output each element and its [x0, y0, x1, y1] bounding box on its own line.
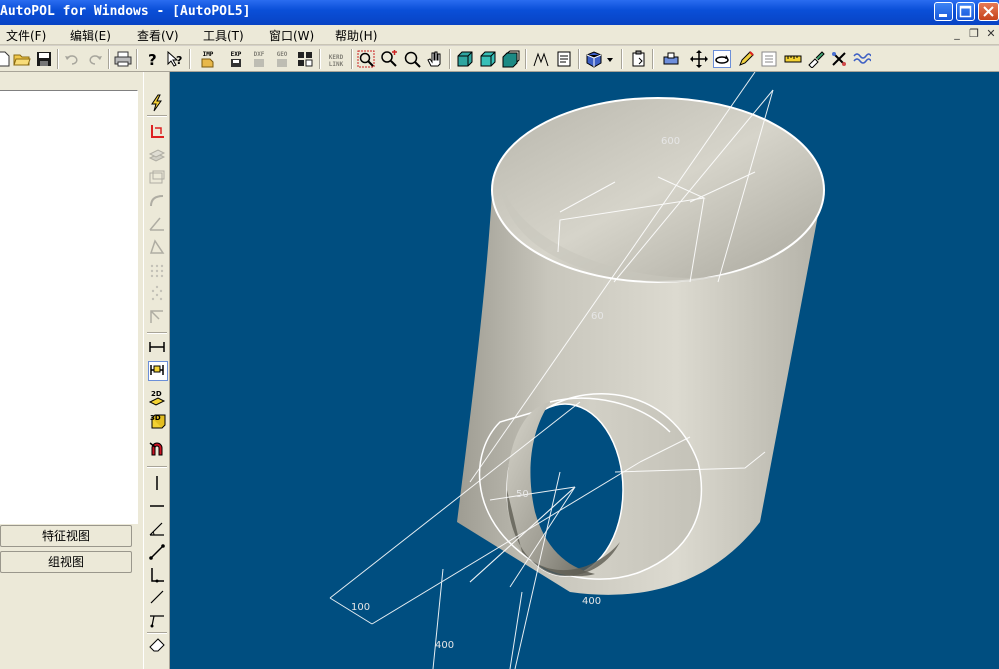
- cube-iso-icon[interactable]: [502, 50, 520, 68]
- lightning-icon[interactable]: [148, 94, 166, 112]
- cube-side-icon[interactable]: [479, 50, 497, 68]
- grid-icon[interactable]: [296, 50, 314, 68]
- mdi-minimize-icon[interactable]: _: [950, 27, 964, 41]
- pan-hand-icon[interactable]: [426, 50, 444, 68]
- cone-icon[interactable]: [148, 238, 166, 256]
- mdi-close-icon[interactable]: ✕: [984, 27, 998, 41]
- render-mode-dropdown-icon[interactable]: [605, 50, 615, 68]
- group-view-button[interactable]: 组视图: [0, 551, 132, 573]
- sheet-stack-icon[interactable]: [148, 146, 166, 164]
- left-panel: 特征视图 组视图: [0, 72, 143, 669]
- minimize-button[interactable]: [934, 2, 953, 21]
- dimension-label: 400: [435, 640, 454, 651]
- print-icon[interactable]: [114, 50, 132, 68]
- diagonal-line-icon[interactable]: [148, 588, 166, 606]
- view-3d-icon[interactable]: 3D: [148, 412, 166, 430]
- dimension-label: 60: [591, 311, 604, 322]
- rotate-view-icon[interactable]: [713, 50, 731, 68]
- two-point-line-icon[interactable]: [148, 543, 166, 561]
- bend-icon[interactable]: [148, 192, 166, 210]
- help-icon[interactable]: ?: [143, 50, 161, 69]
- menu-view[interactable]: 查看(V): [137, 27, 179, 44]
- dots-grid-icon[interactable]: [148, 261, 166, 279]
- tools-icon[interactable]: [830, 50, 848, 68]
- menu-edit[interactable]: 编辑(E): [70, 27, 111, 44]
- angle-line-icon[interactable]: [148, 520, 166, 538]
- svg-text:?: ?: [176, 54, 182, 67]
- dimension-icon[interactable]: [148, 338, 166, 356]
- feature-view-button[interactable]: 特征视图: [0, 525, 132, 547]
- open-folder-icon[interactable]: [13, 50, 31, 68]
- horizontal-line-icon[interactable]: [148, 497, 166, 515]
- svg-text:?: ?: [148, 51, 157, 68]
- maximize-icon: [957, 3, 974, 20]
- dimension-label: 400: [582, 596, 601, 607]
- main-toolbar: ? ? IMP EXP DXF GEO KERD LINK: [0, 46, 999, 72]
- dimension-label: 100: [351, 602, 370, 613]
- undo-icon[interactable]: [63, 50, 81, 68]
- geo-export-icon[interactable]: GEO: [273, 50, 291, 68]
- unfold-icon[interactable]: [532, 50, 550, 68]
- tag-dimension-icon[interactable]: [148, 361, 168, 381]
- feature-tree-view[interactable]: [0, 90, 138, 524]
- edit-pencil-icon[interactable]: [737, 50, 755, 68]
- save-icon[interactable]: [35, 50, 53, 68]
- main-pipe-top-opening: [491, 97, 825, 283]
- coordinate-icon[interactable]: [148, 123, 166, 141]
- pipe-model: 600 60 50 100 400 400: [329, 72, 825, 669]
- frame-icon[interactable]: [148, 169, 166, 187]
- perpendicular-icon[interactable]: [148, 566, 166, 584]
- close-button[interactable]: [978, 2, 999, 21]
- svg-text:2D: 2D: [151, 390, 162, 398]
- paint-icon[interactable]: [807, 50, 825, 69]
- kerd-link-icon[interactable]: KERD LINK: [325, 50, 347, 68]
- menu-file[interactable]: 文件(F): [6, 27, 46, 44]
- clipboard-icon[interactable]: [630, 50, 648, 68]
- minimize-icon: [935, 3, 952, 20]
- corner-icon[interactable]: [148, 307, 166, 325]
- sheet-icon[interactable]: [555, 50, 573, 68]
- eraser-icon[interactable]: [148, 635, 166, 653]
- dxf-export-icon[interactable]: DXF: [250, 50, 268, 68]
- export-icon[interactable]: EXP: [227, 50, 245, 68]
- 3d-viewport[interactable]: 600 60 50 100 400 400: [170, 72, 999, 669]
- view-2d-icon[interactable]: 2D: [148, 388, 166, 406]
- zoom-in-icon[interactable]: [380, 50, 398, 68]
- vertical-toolbar: 2D 3D: [143, 72, 170, 669]
- menu-window[interactable]: 窗口(W): [269, 27, 314, 44]
- svg-text:3D: 3D: [150, 414, 161, 422]
- zoom-window-icon[interactable]: [403, 50, 421, 68]
- list-icon[interactable]: [760, 50, 778, 68]
- close-icon: [979, 3, 998, 20]
- zoom-all-icon[interactable]: [357, 50, 375, 68]
- redo-icon[interactable]: [86, 50, 104, 68]
- dots-array-icon[interactable]: [148, 284, 166, 302]
- move-icon[interactable]: [690, 50, 708, 68]
- maximize-button[interactable]: [956, 2, 975, 21]
- offset-line-icon[interactable]: [148, 610, 166, 628]
- menu-tools[interactable]: 工具(T): [203, 27, 244, 44]
- angle-icon[interactable]: [148, 215, 166, 233]
- magnet-icon[interactable]: [148, 440, 166, 458]
- mdi-restore-icon[interactable]: ❐: [967, 27, 981, 41]
- title-bar: AutoPOL for Windows - [AutoPOL5]: [0, 0, 999, 25]
- render-mode-icon[interactable]: [585, 50, 603, 68]
- dimension-label: 600: [661, 136, 680, 147]
- ruler-icon[interactable]: [784, 50, 802, 68]
- window-title: AutoPOL for Windows - [AutoPOL5]: [0, 4, 251, 19]
- vertical-line-icon[interactable]: [148, 474, 166, 492]
- menu-help[interactable]: 帮助(H): [335, 27, 377, 44]
- context-help-icon[interactable]: ?: [166, 50, 184, 68]
- cube-front-icon[interactable]: [456, 50, 474, 68]
- new-file-icon[interactable]: [0, 50, 12, 68]
- import-icon[interactable]: IMP: [199, 50, 217, 68]
- tile-icon[interactable]: [662, 50, 680, 68]
- wave-icon[interactable]: [853, 50, 872, 68]
- dimension-label: 50: [516, 489, 529, 500]
- menu-bar: 文件(F) 编辑(E) 查看(V) 工具(T) 窗口(W) 帮助(H) _ ❐ …: [0, 25, 999, 45]
